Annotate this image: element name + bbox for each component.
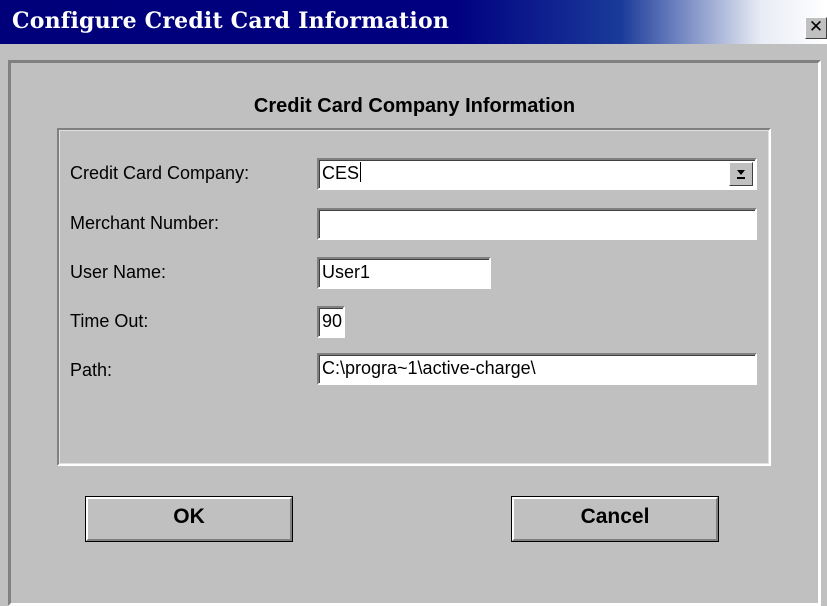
- configure-credit-card-dialog: Configure Credit Card Information ✕ Cred…: [0, 0, 827, 606]
- credit-card-company-label: Credit Card Company:: [70, 163, 250, 183]
- ok-button[interactable]: OK: [85, 496, 293, 542]
- path-input[interactable]: C:\progra~1\active-charge\: [317, 353, 757, 385]
- title-bar[interactable]: Configure Credit Card Information ✕: [0, 0, 827, 44]
- window-title: Configure Credit Card Information: [12, 8, 450, 34]
- time-out-input[interactable]: 90: [317, 306, 345, 338]
- user-name-label: User Name:: [70, 262, 167, 282]
- credit-card-company-dropdown-button[interactable]: [729, 162, 753, 186]
- credit-card-company-value: CES: [322, 163, 360, 183]
- merchant-number-label: Merchant Number:: [70, 213, 220, 233]
- text-caret: [360, 162, 362, 182]
- cancel-button[interactable]: Cancel: [511, 496, 719, 542]
- group-title: Credit Card Company Information: [253, 95, 576, 117]
- user-name-input[interactable]: User1: [317, 257, 491, 289]
- close-icon: ✕: [808, 17, 824, 37]
- chevron-down-icon: [737, 170, 745, 179]
- merchant-number-input[interactable]: [317, 208, 757, 240]
- time-out-label: Time Out:: [70, 311, 149, 331]
- credit-card-company-select[interactable]: CES: [317, 158, 757, 190]
- close-button[interactable]: ✕: [805, 17, 827, 39]
- path-label: Path:: [70, 360, 113, 380]
- dialog-client-area: Credit Card Company Information Credit C…: [8, 60, 821, 606]
